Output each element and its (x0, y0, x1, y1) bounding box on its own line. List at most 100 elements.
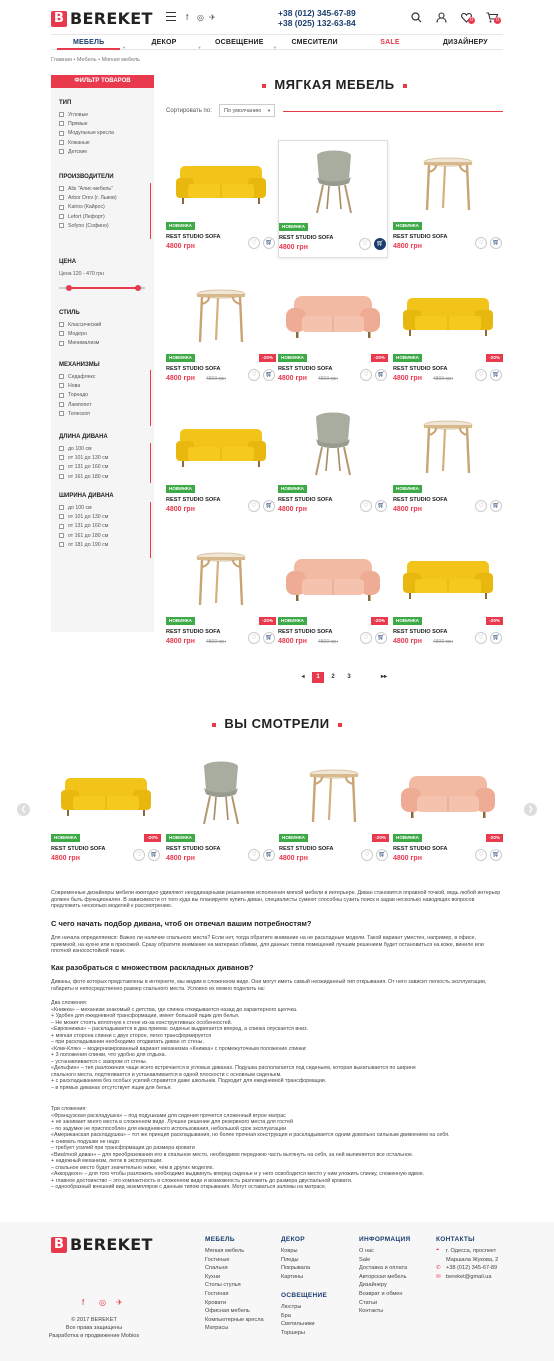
filter-option[interactable]: до 100 см (59, 444, 147, 453)
checkbox[interactable] (59, 214, 64, 220)
filter-option[interactable]: Телескоп (59, 409, 147, 418)
filter-option[interactable]: Классический (59, 320, 147, 329)
footer-link[interactable]: Столы стулья (205, 1282, 241, 1288)
product-card[interactable]: НОВИНКА -20% REST STUDIO SOFA 4800 грн 4800 … (166, 272, 276, 390)
add-to-cart-button[interactable]: 🛒︎ (263, 237, 275, 249)
scrollbar[interactable] (149, 183, 151, 239)
add-to-cart-button[interactable]: 🛒︎ (490, 369, 502, 381)
product-image[interactable] (393, 752, 503, 832)
checkbox[interactable] (59, 464, 64, 470)
footer-link[interactable]: Кухни (205, 1274, 220, 1280)
pagination-page-3[interactable]: 3 (343, 672, 355, 683)
wishlist-button[interactable]: ♡ (248, 849, 260, 861)
product-image[interactable] (278, 403, 388, 483)
product-name[interactable]: REST STUDIO SOFA (393, 629, 447, 635)
product-image[interactable] (279, 141, 389, 221)
product-image[interactable] (393, 403, 503, 483)
wishlist-button[interactable]: ♡ (361, 849, 373, 861)
footer-link[interactable]: г. Одесса, проспект (446, 1248, 496, 1254)
checkbox[interactable] (59, 331, 64, 337)
add-to-cart-button[interactable]: 🛒︎ (263, 632, 275, 644)
footer-link[interactable]: Гостиная (205, 1291, 228, 1297)
footer-link[interactable]: Компьютерные кресла (205, 1317, 264, 1323)
facebook-icon[interactable]: f (82, 1298, 84, 1307)
product-name[interactable]: REST STUDIO SOFA (393, 497, 447, 503)
checkbox[interactable] (59, 505, 64, 511)
add-to-cart-button[interactable]: 🛒︎ (490, 849, 502, 861)
filter-option[interactable]: от 131 до 160 см (59, 522, 147, 531)
filter-option[interactable]: Детские (59, 147, 147, 156)
pagination-last[interactable]: ▸▸ (378, 672, 390, 683)
wishlist-button[interactable]: ♡ (475, 500, 487, 512)
carousel-prev-button[interactable]: ❮ (17, 803, 30, 816)
product-card[interactable]: НОВИНКА REST STUDIO SOFA 4800 грн ♡ 🛒︎ (393, 140, 503, 258)
add-to-cart-button[interactable]: 🛒︎ (263, 369, 275, 381)
product-card[interactable]: НОВИНКА REST STUDIO SOFA 4800 грн ♡ 🛒︎ (166, 752, 276, 870)
wishlist-button[interactable]: ♡ (475, 369, 487, 381)
wishlist-button[interactable]: ♡ (360, 369, 372, 381)
checkbox[interactable] (59, 446, 64, 452)
footer-link[interactable]: Светильники (281, 1321, 315, 1327)
product-image[interactable] (393, 140, 503, 220)
add-to-cart-button[interactable]: 🛒︎ (374, 238, 386, 250)
nav-item-designer[interactable]: ДИЗАЙНЕРУ (428, 35, 503, 49)
product-card[interactable]: НОВИНКА -20% REST STUDIO SOFA 4800 грн 4800 … (393, 535, 503, 653)
footer-link[interactable]: +38 (012) 345-67-89 (446, 1265, 497, 1271)
nav-item-furniture[interactable]: МЕБЕЛЬ ▼ (51, 35, 126, 50)
nav-item-sale[interactable]: SALE (352, 35, 427, 49)
filter-option[interactable]: Kairos (Кайрос) (59, 203, 147, 212)
footer-link[interactable]: Покрывала (281, 1265, 310, 1271)
footer-link[interactable]: bereket@gmail.ua (446, 1274, 491, 1280)
nav-item-lighting[interactable]: ОСВЕЩЕНИЕ ▼ (202, 35, 277, 50)
product-name[interactable]: REST STUDIO SOFA (279, 235, 333, 241)
filter-option[interactable]: от 161 до 180 см (59, 472, 147, 481)
breadcrumb[interactable]: Главная • Мебель • Мягкая мебель (51, 57, 140, 63)
footer-link[interactable]: Доставка и оплата (359, 1265, 407, 1271)
product-name[interactable]: REST STUDIO SOFA (393, 366, 447, 372)
product-image[interactable] (278, 272, 388, 352)
add-to-cart-button[interactable]: 🛒︎ (148, 849, 160, 861)
footer-link[interactable]: Картины (281, 1274, 303, 1280)
checkbox[interactable] (59, 322, 64, 328)
wishlist-button[interactable]: ♡ (360, 500, 372, 512)
footer-logo[interactable]: B BEREKET (51, 1235, 153, 1254)
telegram-icon[interactable]: ✈ (209, 13, 216, 22)
user-icon[interactable] (436, 12, 447, 23)
checkbox[interactable] (59, 474, 64, 480)
product-card[interactable]: НОВИНКА REST STUDIO SOFA 4800 грн ♡ 🛒︎ (278, 403, 388, 521)
footer-link[interactable]: Гостиные (205, 1257, 229, 1263)
wishlist-button[interactable]: ♡ (475, 237, 487, 249)
footer-link[interactable]: Мягкая мебель (205, 1248, 244, 1254)
checkbox[interactable] (59, 223, 64, 229)
footer-link[interactable]: Авторская мебель (359, 1274, 407, 1280)
product-name[interactable]: REST STUDIO SOFA (166, 629, 220, 635)
scrollbar[interactable] (149, 443, 151, 483)
footer-link[interactable]: О нас (359, 1248, 374, 1254)
scrollbar[interactable] (149, 502, 151, 558)
wishlist-button[interactable]: ♡ (359, 238, 371, 250)
product-image[interactable] (279, 752, 389, 832)
footer-link[interactable]: Торшеры (281, 1330, 305, 1336)
filter-option[interactable]: Arbor Drev (г. Львов) (59, 193, 147, 202)
filter-option[interactable]: Угловые (59, 110, 147, 119)
product-name[interactable]: REST STUDIO SOFA (166, 366, 220, 372)
product-card[interactable]: НОВИНКА -20% REST STUDIO SOFA 4800 грн 4800 … (393, 272, 503, 390)
phone-2[interactable]: +38 (025) 132-63-84 (278, 18, 356, 28)
product-image[interactable] (166, 272, 276, 352)
product-name[interactable]: REST STUDIO SOFA (278, 366, 332, 372)
developer-credit[interactable]: Разработка и продвижение Mobios (44, 1333, 144, 1339)
checkbox[interactable] (59, 186, 64, 192)
footer-link[interactable]: Маршала Жукова, 2 (446, 1257, 498, 1263)
product-name[interactable]: REST STUDIO SOFA (278, 497, 332, 503)
filter-option[interactable]: до 100 см (59, 503, 147, 512)
product-image[interactable] (393, 272, 503, 352)
filter-option[interactable]: Торнадо (59, 391, 147, 400)
instagram-icon[interactable]: ◎ (99, 1298, 106, 1307)
product-image[interactable] (166, 535, 276, 615)
filter-option[interactable]: Седафлекс (59, 372, 147, 381)
add-to-cart-button[interactable]: 🛒︎ (490, 237, 502, 249)
checkbox[interactable] (59, 130, 64, 136)
product-name[interactable]: REST STUDIO SOFA (279, 846, 333, 852)
checkbox[interactable] (59, 140, 64, 146)
product-card[interactable]: НОВИНКА -20% REST STUDIO SOFA 4800 грн 4800 … (166, 535, 276, 653)
